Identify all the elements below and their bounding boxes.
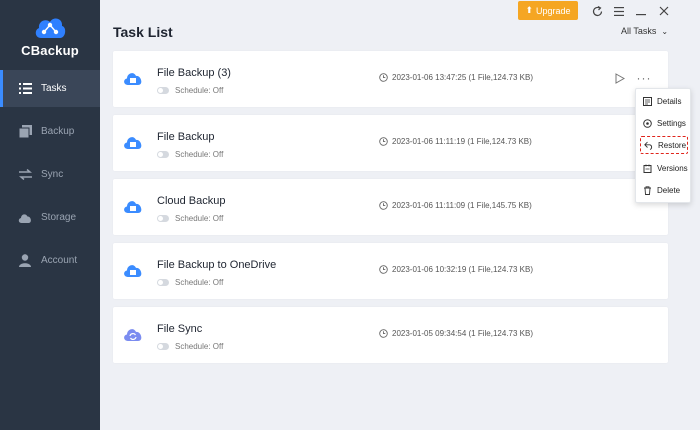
task-card[interactable]: File Backup to OneDrive Schedule: Off 20… (113, 243, 668, 299)
logo-icon (35, 18, 66, 38)
clock-icon (379, 137, 388, 146)
upgrade-button[interactable]: ⬆ Upgrade (518, 1, 578, 20)
versions-icon (643, 164, 652, 173)
sidebar-item-sync[interactable]: Sync (0, 156, 100, 193)
sidebar-item-label: Storage (41, 212, 77, 223)
task-card[interactable]: Cloud Backup Schedule: Off 2023-01-06 11… (113, 179, 668, 235)
minimize-icon[interactable] (632, 2, 650, 20)
main-panel: ⬆ Upgrade Task List All Tasks ⌄ File Bac… (100, 0, 700, 430)
menu-item-versions[interactable]: Versions (640, 159, 688, 177)
task-meta-text: 2023-01-06 10:32:19 (1 File,124.73 KB) (392, 265, 533, 274)
user-icon (18, 254, 32, 268)
logo-text: CBackup (21, 43, 79, 58)
schedule-toggle[interactable] (157, 215, 169, 222)
task-filter-dropdown[interactable]: All Tasks ⌄ (621, 26, 668, 36)
restore-icon (644, 141, 653, 150)
task-name: File Backup (157, 131, 215, 143)
backup-icon (18, 125, 32, 139)
schedule-status: Schedule: Off (157, 150, 223, 159)
clock-icon (379, 73, 388, 82)
cloud-backup-icon (123, 198, 143, 216)
menu-item-details[interactable]: Details (640, 92, 688, 110)
clock-icon (379, 265, 388, 274)
task-card[interactable]: File Backup Schedule: Off 2023-01-06 11:… (113, 115, 668, 171)
task-meta-text: 2023-01-06 11:11:09 (1 File,145.75 KB) (392, 201, 532, 210)
title-bar: ⬆ Upgrade (100, 0, 700, 22)
sidebar-nav: Tasks Backup Sync Storage Account (0, 70, 100, 285)
refresh-icon[interactable] (588, 2, 606, 20)
menu-item-label: Restore (658, 140, 687, 150)
schedule-status: Schedule: Off (157, 342, 223, 351)
menu-item-settings[interactable]: Settings (640, 114, 688, 132)
details-icon (643, 96, 652, 106)
cloud-icon (18, 211, 32, 225)
task-card[interactable]: File Backup (3) Schedule: Off 2023-01-06… (113, 51, 668, 107)
menu-item-label: Details (657, 96, 682, 106)
play-icon[interactable] (613, 71, 627, 85)
schedule-toggle[interactable] (157, 279, 169, 286)
task-context-menu: Details Settings Restore Versions Delete (635, 88, 691, 203)
sidebar-item-backup[interactable]: Backup (0, 113, 100, 150)
close-icon[interactable] (655, 2, 673, 20)
schedule-toggle[interactable] (157, 151, 169, 158)
task-name: File Sync (157, 323, 203, 335)
task-meta: 2023-01-06 11:11:09 (1 File,145.75 KB) (379, 201, 532, 210)
schedule-toggle[interactable] (157, 343, 169, 350)
schedule-toggle[interactable] (157, 87, 169, 94)
delete-icon (643, 185, 652, 195)
schedule-status: Schedule: Off (157, 86, 223, 95)
sidebar-item-tasks[interactable]: Tasks (0, 70, 100, 107)
menu-item-label: Versions (657, 163, 688, 173)
cloud-backup-icon (123, 70, 143, 88)
cloud-backup-icon (123, 134, 143, 152)
menu-item-delete[interactable]: Delete (640, 181, 688, 199)
upgrade-label: Upgrade (536, 5, 571, 16)
clock-icon (379, 201, 388, 210)
task-meta: 2023-01-06 11:11:19 (1 File,124.73 KB) (379, 137, 532, 146)
sidebar-item-storage[interactable]: Storage (0, 199, 100, 236)
sidebar: CBackup Tasks Backup Sync Storage Accoun… (0, 0, 100, 430)
task-meta-text: 2023-01-05 09:34:54 (1 File,124.73 KB) (392, 329, 533, 338)
schedule-label: Schedule: Off (175, 214, 224, 223)
list-icon (18, 82, 32, 96)
task-name: File Backup to OneDrive (157, 259, 277, 271)
schedule-status: Schedule: Off (157, 278, 223, 287)
task-name: File Backup (3) (157, 67, 231, 79)
schedule-label: Schedule: Off (175, 342, 224, 351)
task-meta: 2023-01-06 13:47:25 (1 File,124.73 KB) (379, 73, 533, 82)
cloud-backup-icon (123, 262, 143, 280)
schedule-status: Schedule: Off (157, 214, 223, 223)
upgrade-arrow-icon: ⬆ (525, 5, 533, 15)
menu-item-restore[interactable]: Restore (640, 136, 688, 154)
sidebar-item-label: Backup (41, 126, 75, 137)
schedule-label: Schedule: Off (175, 86, 224, 95)
task-card[interactable]: File Sync Schedule: Off 2023-01-05 09:34… (113, 307, 668, 363)
clock-icon (379, 329, 388, 338)
sidebar-item-label: Tasks (41, 83, 67, 94)
chevron-down-icon: ⌄ (661, 26, 669, 36)
menu-icon[interactable] (610, 2, 628, 20)
task-name: Cloud Backup (157, 195, 226, 207)
schedule-label: Schedule: Off (175, 278, 224, 287)
sync-icon (18, 168, 32, 182)
task-meta: 2023-01-05 09:34:54 (1 File,124.73 KB) (379, 329, 533, 338)
menu-item-label: Settings (657, 118, 686, 128)
menu-item-label: Delete (657, 185, 681, 195)
sidebar-item-account[interactable]: Account (0, 242, 100, 279)
task-meta-text: 2023-01-06 11:11:19 (1 File,124.73 KB) (392, 137, 532, 146)
settings-icon (643, 118, 652, 128)
sidebar-item-label: Account (41, 255, 78, 266)
app-logo: CBackup (0, 14, 100, 64)
cloud-sync-icon (123, 326, 143, 344)
filter-label: All Tasks (621, 26, 657, 36)
sidebar-item-label: Sync (41, 169, 64, 180)
schedule-label: Schedule: Off (175, 150, 224, 159)
task-meta-text: 2023-01-06 13:47:25 (1 File,124.73 KB) (392, 73, 533, 82)
page-title: Task List (113, 24, 173, 40)
more-options-icon[interactable]: ··· (633, 71, 655, 85)
task-meta: 2023-01-06 10:32:19 (1 File,124.73 KB) (379, 265, 533, 274)
